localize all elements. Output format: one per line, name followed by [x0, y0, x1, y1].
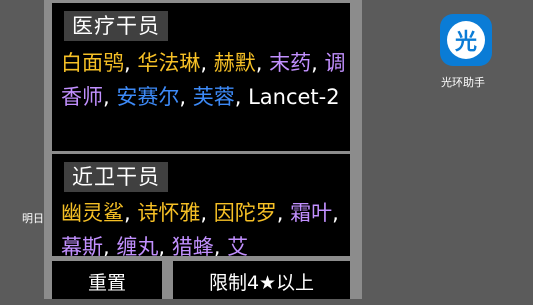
name-separator: ,: [311, 51, 325, 75]
name-separator: ,: [179, 85, 193, 109]
guard-panel[interactable]: 近卫干员 幽灵鲨, 诗怀雅, 因陀罗, 霜叶, 幕斯, 缠丸, 猎蜂, 艾: [52, 154, 350, 256]
name-separator: ,: [234, 85, 249, 109]
operator-name: 缠丸: [116, 235, 159, 256]
name-separator: ,: [158, 235, 172, 256]
name-separator: ,: [255, 51, 270, 75]
operator-name: 芙蓉: [192, 85, 235, 109]
operator-name: 华法琳: [137, 51, 201, 75]
operator-name: 安赛尔: [116, 85, 180, 109]
guanghuan-app-label: 光环助手: [441, 76, 485, 89]
medic-panel[interactable]: 医疗干员 白面鸮, 华法琳, 赫默, 末药, 调香师, 安赛尔, 芙蓉, Lan…: [52, 3, 350, 151]
name-separator: ,: [200, 201, 214, 225]
operator-name: 霜叶: [290, 201, 333, 225]
name-separator: ,: [124, 51, 138, 75]
operator-name: 诗怀雅: [137, 201, 201, 225]
name-separator: ,: [332, 201, 339, 225]
name-separator: ,: [276, 201, 291, 225]
operator-name: 幕斯: [61, 235, 103, 256]
guard-name-list: 幽灵鲨, 诗怀雅, 因陀罗, 霜叶, 幕斯, 缠丸, 猎蜂, 艾: [61, 196, 346, 256]
left-app-label: 明日: [22, 212, 44, 225]
operator-name: 因陀罗: [213, 201, 277, 225]
operator-name: 艾: [227, 235, 249, 256]
guard-panel-title: 近卫干员: [64, 162, 168, 192]
name-separator: ,: [103, 85, 117, 109]
guanghuan-app-icon[interactable]: 光: [440, 14, 492, 66]
operator-name: Lancet-2: [248, 85, 340, 109]
name-separator: ,: [213, 235, 228, 256]
name-separator: ,: [200, 51, 214, 75]
operator-name: 末药: [269, 51, 312, 75]
guanghuan-glyph-icon: 光: [447, 21, 485, 59]
operator-name: 白面鸮: [61, 51, 124, 75]
name-separator: ,: [103, 235, 117, 256]
medic-name-list: 白面鸮, 华法琳, 赫默, 末药, 调香师, 安赛尔, 芙蓉, Lancet-2: [61, 46, 346, 114]
operator-name: 猎蜂: [171, 235, 214, 256]
medic-panel-title: 医疗干员: [64, 11, 168, 41]
limit-4star-button[interactable]: 限制4★以上: [173, 261, 350, 299]
name-separator: ,: [124, 201, 138, 225]
operator-name: 赫默: [213, 51, 256, 75]
reset-button[interactable]: 重置: [52, 261, 162, 299]
operator-name: 幽灵鲨: [61, 201, 124, 225]
